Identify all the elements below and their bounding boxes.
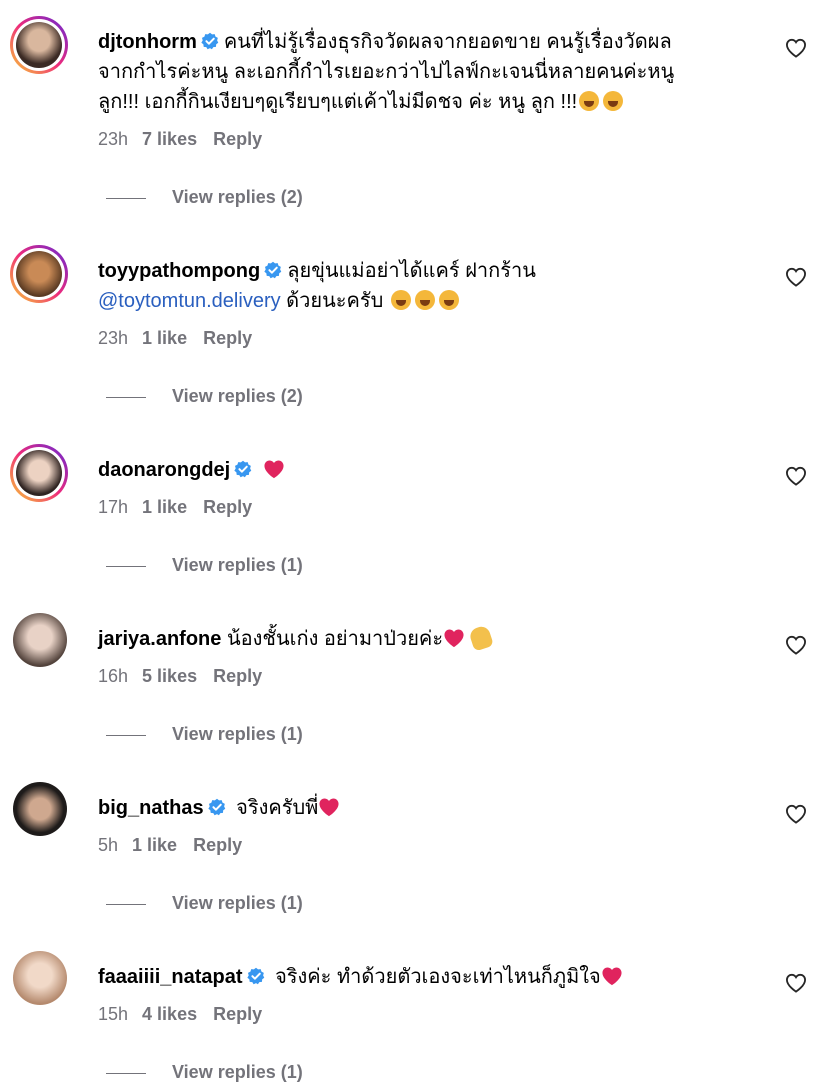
red-heart-emoji-icon — [443, 628, 465, 648]
comment-text: jariya.anfone น้องชั้นเก่ง อย่ามาป่วยค่ะ — [98, 624, 758, 654]
reply-button[interactable]: Reply — [213, 666, 262, 686]
laughing-emoji-icon — [579, 91, 600, 111]
reply-button[interactable]: Reply — [213, 1004, 262, 1024]
timestamp[interactable]: 17h — [98, 497, 128, 517]
reply-button[interactable]: Reply — [213, 129, 262, 149]
likes-count[interactable]: 7 likes — [142, 129, 197, 149]
comment-text: daonarongdej — [98, 455, 758, 485]
comment-body: big_nathas จริงครับพี่ 5h 1 like Reply — [98, 793, 758, 856]
username-link[interactable]: toyypathompong — [98, 260, 260, 282]
comment-meta: 15h 4 likes Reply — [98, 1004, 758, 1025]
comment-body: jariya.anfone น้องชั้นเก่ง อย่ามาป่วยค่ะ… — [98, 624, 758, 687]
divider-line — [106, 197, 146, 199]
heart-icon[interactable] — [785, 635, 807, 655]
divider-line — [106, 903, 146, 905]
timestamp[interactable]: 5h — [98, 835, 118, 855]
reply-button[interactable]: Reply — [193, 835, 242, 855]
reply-button[interactable]: Reply — [203, 497, 252, 517]
comment-meta: 17h 1 like Reply — [98, 497, 758, 518]
comment-meta: 5h 1 like Reply — [98, 835, 758, 856]
reply-button[interactable]: Reply — [203, 328, 252, 348]
username-link[interactable]: daonarongdej — [98, 459, 230, 481]
likes-count[interactable]: 1 like — [142, 497, 187, 517]
comment-body: faaaiiii_natapat จริงค่ะ ทำด้วยตัวเองจะเ… — [98, 962, 758, 1025]
heart-icon[interactable] — [785, 267, 807, 287]
avatar[interactable] — [13, 782, 67, 836]
comment-text: faaaiiii_natapat จริงค่ะ ทำด้วยตัวเองจะเ… — [98, 962, 758, 992]
divider-line — [106, 734, 146, 736]
mention-link[interactable]: @toytomtun.delivery — [98, 290, 281, 312]
laughing-emoji-icon — [603, 91, 624, 111]
red-heart-emoji-icon — [601, 966, 623, 986]
red-heart-emoji-icon — [318, 797, 340, 817]
avatar[interactable] — [10, 444, 68, 502]
verified-badge-icon — [264, 261, 282, 279]
comment-meta: 23h 7 likes Reply — [98, 129, 758, 150]
view-replies-button[interactable]: View replies (2) — [106, 386, 303, 407]
clapping-hands-emoji-icon — [467, 624, 494, 652]
comment-text: big_nathas จริงครับพี่ — [98, 793, 758, 823]
timestamp[interactable]: 23h — [98, 328, 128, 348]
avatar[interactable] — [13, 613, 67, 667]
timestamp[interactable]: 15h — [98, 1004, 128, 1024]
verified-badge-icon — [208, 798, 226, 816]
username-link[interactable]: big_nathas — [98, 797, 204, 819]
heart-icon[interactable] — [785, 38, 807, 58]
verified-badge-icon — [247, 967, 265, 985]
timestamp[interactable]: 23h — [98, 129, 128, 149]
username-link[interactable]: faaaiiii_natapat — [98, 966, 243, 988]
divider-line — [106, 396, 146, 398]
comment-body: toyypathompong ลุยขุ่นแม่อย่าได้แคร์ ฝากร… — [98, 256, 758, 349]
avatar[interactable] — [13, 951, 67, 1005]
laughing-emoji-icon — [414, 290, 435, 310]
likes-count[interactable]: 1 like — [142, 328, 187, 348]
heart-icon[interactable] — [785, 804, 807, 824]
avatar[interactable] — [10, 16, 68, 74]
comment-body: djtonhorm คนที่ไม่รู้เรื่องธุรกิจวัดผลจาก… — [98, 27, 758, 150]
view-replies-button[interactable]: View replies (1) — [106, 555, 303, 576]
comment-body: daonarongdej 17h 1 like Reply — [98, 455, 758, 518]
view-replies-button[interactable]: View replies (2) — [106, 187, 303, 208]
heart-icon[interactable] — [785, 466, 807, 486]
divider-line — [106, 565, 146, 567]
view-replies-button[interactable]: View replies (1) — [106, 1062, 303, 1083]
divider-line — [106, 1072, 146, 1074]
comment-text: djtonhorm คนที่ไม่รู้เรื่องธุรกิจวัดผลจาก… — [98, 31, 675, 113]
verified-badge-icon — [234, 460, 252, 478]
username-link[interactable]: djtonhorm — [98, 31, 197, 53]
comment-meta: 23h 1 like Reply — [98, 328, 758, 349]
view-replies-button[interactable]: View replies (1) — [106, 893, 303, 914]
likes-count[interactable]: 5 likes — [142, 666, 197, 686]
likes-count[interactable]: 4 likes — [142, 1004, 197, 1024]
view-replies-button[interactable]: View replies (1) — [106, 724, 303, 745]
laughing-emoji-icon — [438, 290, 459, 310]
comment-meta: 16h 5 likes Reply — [98, 666, 758, 687]
comment-text: toyypathompong ลุยขุ่นแม่อย่าได้แคร์ ฝากร… — [98, 260, 536, 312]
avatar[interactable] — [10, 245, 68, 303]
timestamp[interactable]: 16h — [98, 666, 128, 686]
username-link[interactable]: jariya.anfone — [98, 628, 221, 650]
likes-count[interactable]: 1 like — [132, 835, 177, 855]
verified-badge-icon — [201, 32, 219, 50]
laughing-emoji-icon — [390, 290, 411, 310]
heart-icon[interactable] — [785, 973, 807, 993]
red-heart-emoji-icon — [263, 459, 285, 479]
